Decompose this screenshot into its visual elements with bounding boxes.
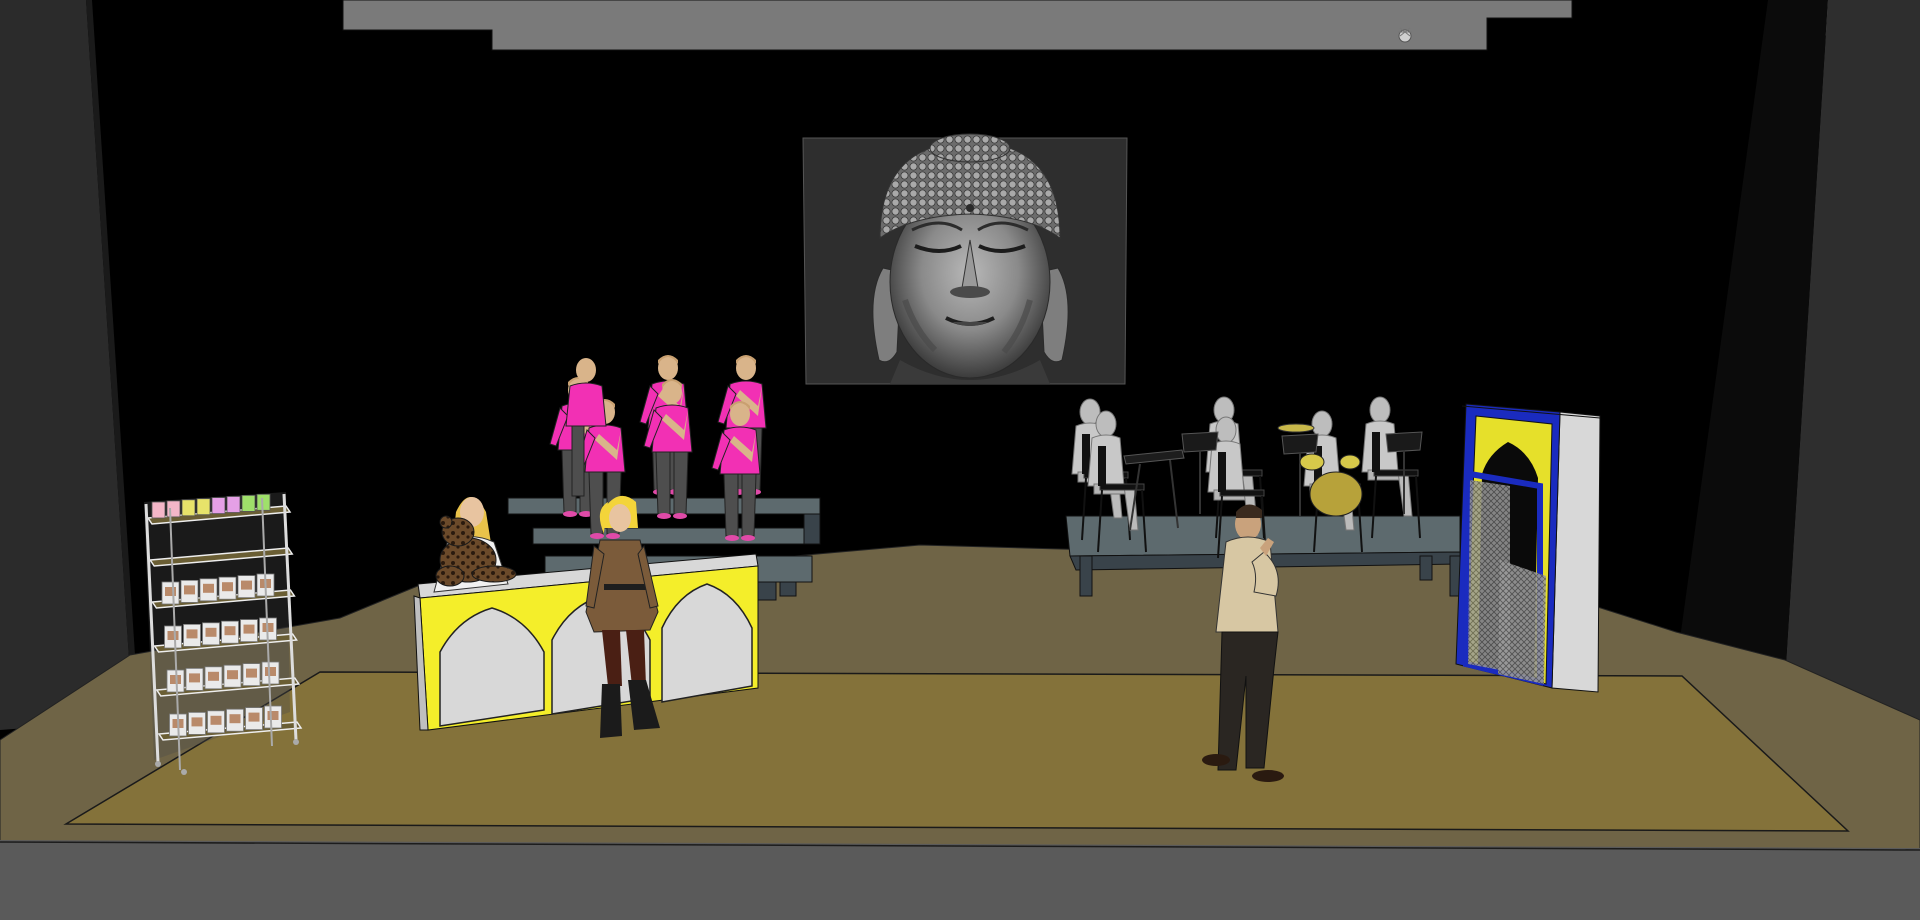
merch-box-label [248,712,260,722]
merch-pack [196,498,211,516]
merch-pack [241,494,256,512]
arched-doorway [1455,403,1601,693]
merch-box-label [165,587,176,596]
merch-box-label [191,717,203,727]
choir-singers [549,355,767,541]
merch-box-label [167,631,179,640]
stage-apron [0,840,1920,920]
merch-box-label [208,671,219,681]
merch-box-label [224,626,236,636]
merch-box-label [205,627,217,637]
merch-box-label [189,673,200,683]
merch-box-label [186,629,198,639]
stage-drawing [0,0,1920,920]
merch-box-label [210,715,222,725]
merch-box-label [184,585,195,595]
merch-pack [151,501,166,519]
merch-box-label [222,582,233,592]
buddha-projection-screen [802,133,1128,385]
merch-pack [166,500,181,518]
merch-box-label [243,624,255,634]
merch-pack [226,496,241,513]
merch-box-label [227,670,238,680]
merch-box-label [203,583,214,593]
proscenium-header [342,0,1573,51]
merch-box-label [267,711,279,720]
merch-pack [211,497,226,515]
merch-box-label [265,667,276,676]
stage-rug [63,671,1850,832]
merch-box-label [246,668,257,678]
stage-model-viewport [0,0,1920,920]
merch-box-label [229,714,241,724]
merch-pack [181,499,196,517]
merch-pack [256,493,271,511]
merch-box-label [241,580,252,590]
